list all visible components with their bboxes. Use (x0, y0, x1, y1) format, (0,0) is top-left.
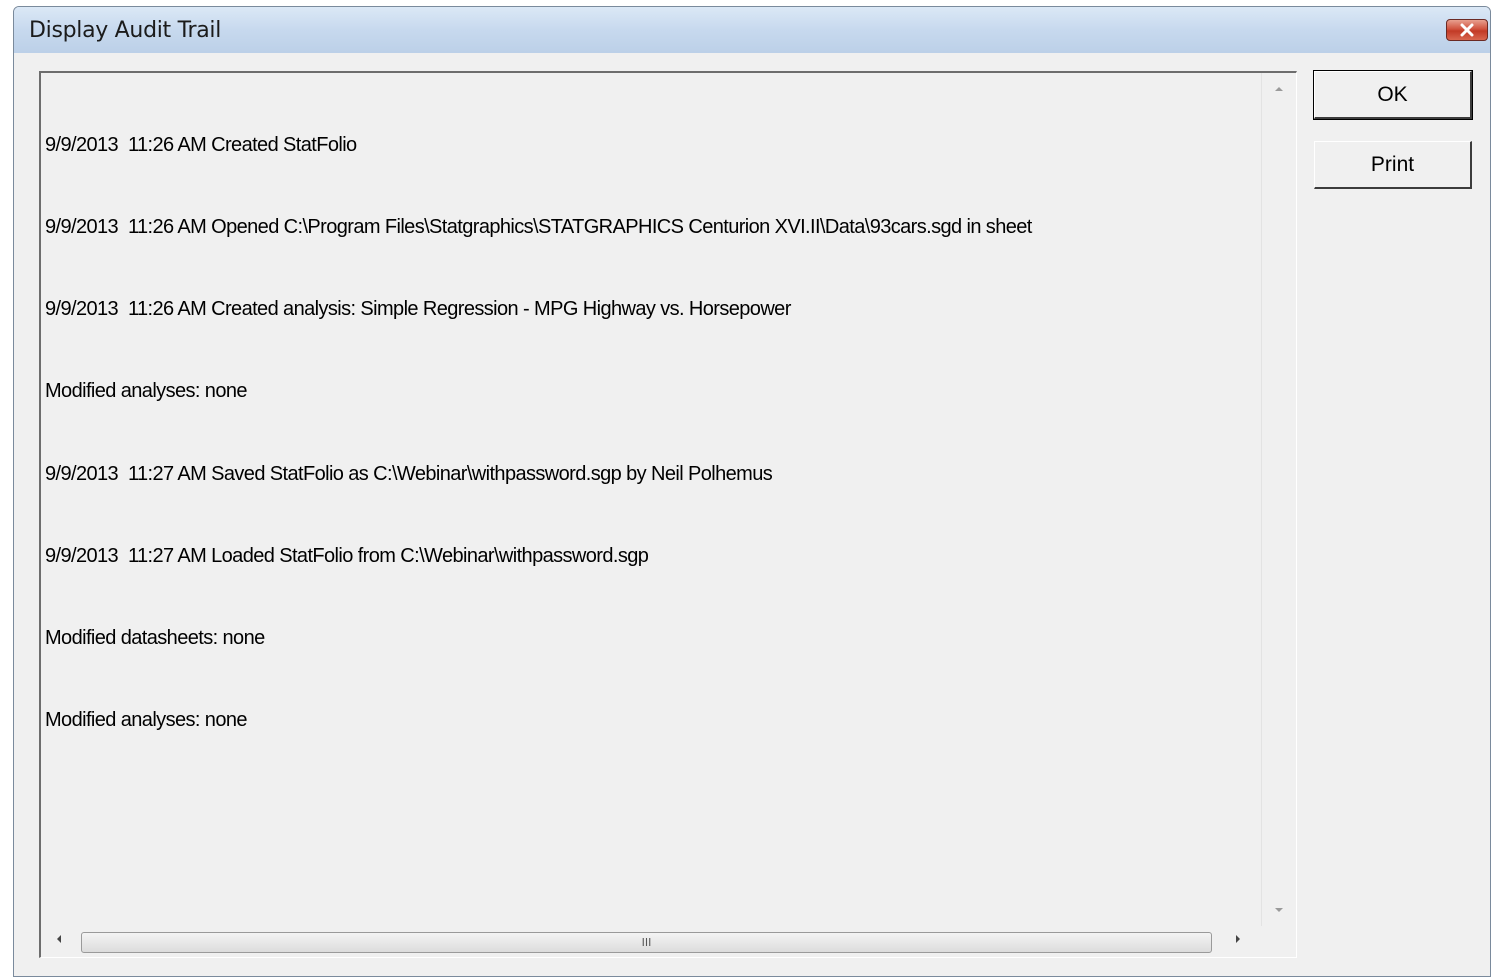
scroll-right-button[interactable] (1230, 933, 1246, 949)
audit-log-text[interactable]: 9/9/2013 11:26 AM Created StatFolio 9/9/… (45, 77, 1261, 917)
log-line: 9/9/2013 11:27 AM Saved StatFolio as C:\… (45, 462, 773, 485)
log-line: Modified analyses: none (45, 709, 248, 732)
horizontal-scrollbar[interactable]: III (41, 926, 1262, 957)
log-line: 9/9/2013 11:26 AM Created analysis: Simp… (45, 298, 791, 321)
arrow-left-icon (55, 932, 63, 950)
log-line: 9/9/2013 11:26 AM Opened C:\Program File… (45, 216, 1032, 239)
scroll-up-button[interactable] (1271, 81, 1287, 97)
dialog-content: 9/9/2013 11:26 AM Created StatFolio 9/9/… (14, 53, 1490, 976)
close-button[interactable] (1446, 19, 1488, 41)
print-button[interactable]: Print (1314, 141, 1472, 189)
window-title: Display Audit Trail (29, 18, 222, 43)
arrow-up-icon (1273, 80, 1285, 98)
scrollbar-corner (1262, 926, 1296, 957)
scroll-grip: III (641, 936, 652, 949)
title-bar[interactable]: Display Audit Trail (14, 7, 1490, 54)
log-line: 9/9/2013 11:26 AM Created StatFolio (45, 133, 357, 156)
arrow-right-icon (1234, 932, 1242, 950)
ok-button[interactable]: OK (1313, 70, 1473, 120)
log-line: Modified datasheets: none (45, 627, 265, 650)
log-line: Modified analyses: none (45, 380, 248, 403)
vertical-scrollbar[interactable] (1261, 73, 1296, 926)
scroll-left-button[interactable] (51, 933, 67, 949)
log-line: 9/9/2013 11:27 AM Loaded StatFolio from … (45, 544, 649, 567)
audit-log-box[interactable]: 9/9/2013 11:26 AM Created StatFolio 9/9/… (39, 71, 1297, 958)
audit-trail-dialog: Display Audit Trail 9/9/2013 11:26 AM Cr… (13, 6, 1491, 977)
close-icon (1459, 23, 1475, 37)
arrow-down-icon (1273, 901, 1285, 919)
horizontal-scroll-thumb[interactable]: III (81, 932, 1212, 953)
scroll-down-button[interactable] (1271, 902, 1287, 918)
